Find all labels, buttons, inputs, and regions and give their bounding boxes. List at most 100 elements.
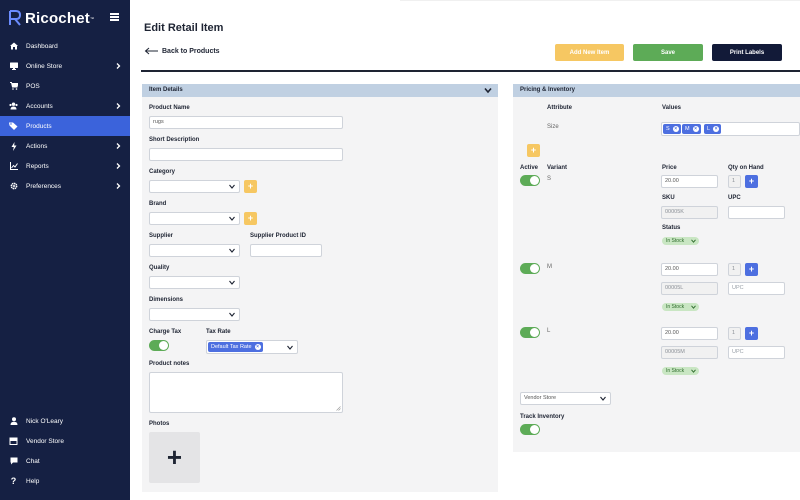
- variant-l-status-select[interactable]: In Stock: [662, 367, 700, 375]
- sidebar-item-pos[interactable]: POS: [0, 76, 130, 96]
- variant-m-price-input[interactable]: 20.00: [661, 263, 718, 276]
- short-description-label: Short Description: [149, 137, 200, 143]
- plus-icon: +: [748, 264, 755, 274]
- product-name-input[interactable]: rugs: [149, 116, 343, 129]
- sidebar-item-chat[interactable]: Chat: [0, 451, 130, 471]
- track-inventory-toggle[interactable]: [520, 424, 540, 435]
- menu-toggle-icon[interactable]: [110, 13, 119, 21]
- product-notes-label: Product notes: [149, 361, 190, 367]
- variant-s-upc-input[interactable]: [728, 206, 785, 219]
- sidebar-item-vendor-store[interactable]: Vendor Store: [0, 431, 130, 451]
- variant-m-active-toggle[interactable]: [520, 263, 540, 274]
- sidebar-item-label: POS: [26, 82, 40, 90]
- sidebar-item-dashboard[interactable]: Dashboard: [0, 36, 130, 56]
- variant-l-active-toggle[interactable]: [520, 327, 540, 338]
- sidebar-item-actions[interactable]: Actions: [0, 136, 130, 156]
- variant-m-qty-input[interactable]: 1: [728, 263, 741, 276]
- sidebar-item-products[interactable]: Products: [0, 116, 130, 136]
- add-category-button[interactable]: +: [244, 180, 257, 193]
- back-to-products-link[interactable]: Back to Products: [144, 47, 220, 55]
- remove-size-icon[interactable]: ×: [713, 126, 720, 132]
- item-details-header[interactable]: Item Details: [142, 84, 498, 97]
- category-select[interactable]: [149, 180, 240, 193]
- item-details-panel: Item Details Product Name rugs Short Des…: [142, 84, 498, 492]
- sidebar-item-online-store[interactable]: Online Store: [0, 56, 130, 76]
- plus-icon: +: [530, 145, 537, 155]
- status-label: In Stock: [666, 368, 685, 374]
- plus-icon: +: [748, 176, 755, 186]
- chevron-down-icon: [287, 345, 293, 350]
- resize-grip-icon[interactable]: [336, 406, 341, 411]
- variant-s-status-select[interactable]: In Stock: [662, 237, 700, 245]
- variant-s-price-input[interactable]: 20.00: [661, 175, 718, 188]
- status-label: In Stock: [666, 238, 685, 244]
- back-link-label: Back to Products: [162, 47, 220, 55]
- dimensions-label: Dimensions: [149, 297, 184, 303]
- variant-s-qty-input[interactable]: 1: [728, 175, 741, 188]
- chevron-down-icon: [229, 184, 235, 189]
- plus-icon: +: [247, 213, 254, 223]
- add-brand-button[interactable]: +: [244, 212, 257, 225]
- vendor-store-select[interactable]: Vendor Store: [520, 392, 611, 405]
- size-chip-s: S ×: [663, 124, 681, 134]
- dimensions-select[interactable]: [149, 308, 240, 321]
- size-chip-l: L ×: [704, 124, 722, 134]
- product-notes-textarea[interactable]: [149, 372, 343, 413]
- add-new-item-button[interactable]: Add New Item: [555, 44, 624, 61]
- short-description-input[interactable]: [149, 148, 343, 161]
- variant-l-qty-add-button[interactable]: +: [745, 327, 758, 340]
- save-button[interactable]: Save: [633, 44, 703, 61]
- attribute-name: Size: [547, 124, 559, 130]
- users-icon: [9, 102, 18, 111]
- variant-m-status-select[interactable]: In Stock: [662, 303, 700, 311]
- variant-l-sku-input[interactable]: 00005M: [661, 346, 718, 359]
- tax-rate-label: Tax Rate: [206, 329, 231, 335]
- supplier-product-id-input[interactable]: [250, 244, 322, 257]
- sku-header: SKU: [662, 195, 675, 201]
- sidebar-item-preferences[interactable]: Preferences: [0, 176, 130, 196]
- size-chip-m: M ×: [682, 124, 701, 134]
- variant-m-sku-input[interactable]: 00005L: [661, 282, 718, 295]
- variant-l-price-input[interactable]: 20.00: [661, 327, 718, 340]
- variant-l-upc-input[interactable]: UPC: [728, 346, 785, 359]
- chat-icon: [9, 457, 18, 466]
- supplier-select[interactable]: [149, 244, 240, 257]
- remove-size-icon[interactable]: ×: [692, 126, 699, 132]
- chevron-down-icon[interactable]: [484, 87, 492, 94]
- brand-select[interactable]: [149, 212, 240, 225]
- page-title: Edit Retail Item: [144, 22, 224, 34]
- add-attribute-button[interactable]: +: [527, 144, 540, 157]
- remove-size-icon[interactable]: ×: [672, 126, 679, 132]
- section-title: Item Details: [149, 87, 183, 93]
- brand-label: Brand: [149, 201, 167, 207]
- sidebar-item-user[interactable]: Nick O'Leary: [0, 411, 130, 431]
- variant-l-qty-input[interactable]: 1: [728, 327, 741, 340]
- variant-m-upc-input[interactable]: UPC: [728, 282, 785, 295]
- variant-s-active-toggle[interactable]: [520, 175, 540, 186]
- add-photo-button[interactable]: +: [149, 432, 200, 483]
- chart-icon: [9, 162, 18, 171]
- quality-select[interactable]: [149, 276, 240, 289]
- size-chip-label: L: [707, 126, 711, 132]
- product-name-label: Product Name: [149, 105, 190, 111]
- supplier-product-id-label: Supplier Product ID: [250, 233, 307, 239]
- chevron-down-icon: [600, 396, 606, 401]
- charge-tax-toggle[interactable]: [149, 340, 169, 351]
- sidebar-item-help[interactable]: ? Help: [0, 471, 130, 491]
- variant-s-qty-add-button[interactable]: +: [745, 175, 758, 188]
- sidebar: Ricochet ™ Dashboard Online Store POS Ac…: [0, 0, 130, 500]
- print-labels-button[interactable]: Print Labels: [712, 44, 782, 61]
- app-name: Ricochet: [25, 9, 90, 27]
- sidebar-item-label: Accounts: [26, 102, 53, 110]
- sidebar-item-label: Chat: [26, 457, 40, 465]
- remove-tax-rate-icon[interactable]: ×: [254, 344, 261, 350]
- photos-label: Photos: [149, 421, 170, 427]
- store-icon: [9, 437, 18, 446]
- sidebar-item-reports[interactable]: Reports: [0, 156, 130, 176]
- ricochet-logo[interactable]: Ricochet ™: [8, 9, 94, 27]
- sidebar-item-accounts[interactable]: Accounts: [0, 96, 130, 116]
- variant-m-qty-add-button[interactable]: +: [745, 263, 758, 276]
- sidebar-bottom-nav: Nick O'Leary Vendor Store Chat ? Help: [0, 411, 130, 491]
- tax-rate-chip-label: Default Tax Rate: [211, 344, 252, 350]
- variant-s-sku-input[interactable]: 00005K: [661, 206, 718, 219]
